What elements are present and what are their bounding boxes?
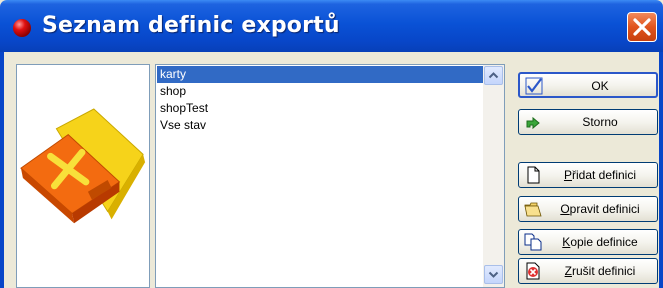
window-border-left (0, 52, 4, 288)
storno-label: Storno (582, 115, 618, 129)
copy-documents-icon (524, 233, 542, 251)
open-folder-icon (524, 202, 542, 217)
title-bar[interactable]: Seznam definic exportů (0, 0, 663, 52)
add-definition-label: Přidat definici (549, 168, 651, 182)
edit-definition-hotkey: O (560, 202, 570, 216)
edit-definition-button[interactable]: Opravit definici (518, 196, 658, 222)
copy-definition-button[interactable]: Kopie definice (518, 229, 658, 255)
list-item[interactable]: Vse stav (157, 117, 485, 134)
window-border-right (659, 52, 663, 288)
add-definition-text: řidat definici (571, 168, 637, 182)
delete-definition-hotkey: Z (564, 264, 572, 278)
vertical-scrollbar[interactable] (483, 65, 504, 287)
delete-definition-button[interactable]: Zrušit definici (518, 258, 658, 284)
ok-button[interactable]: OK (518, 72, 658, 98)
copy-definition-text: opie definice (570, 235, 638, 249)
add-definition-button[interactable]: Přidat definici (518, 162, 658, 188)
close-button[interactable] (627, 12, 657, 42)
undo-arrow-icon (526, 116, 540, 130)
close-x-icon (633, 18, 651, 36)
list-item[interactable]: karty (157, 66, 485, 83)
scroll-up-button[interactable] (484, 66, 503, 85)
scroll-down-button[interactable] (484, 265, 503, 284)
edit-definition-label: Opravit definici (549, 202, 651, 216)
list-items: karty shop shopTest Vse stav (157, 66, 485, 134)
export-image-panel (16, 64, 150, 288)
add-definition-hotkey: P (563, 168, 572, 182)
list-item[interactable]: shopTest (157, 100, 485, 117)
red-ball-icon (13, 19, 31, 37)
window-title: Seznam definic exportů (42, 13, 340, 38)
list-item[interactable]: shop (157, 83, 485, 100)
chevron-up-icon (488, 72, 499, 79)
edit-definition-text: pravit definici (569, 202, 640, 216)
storno-button[interactable]: Storno (518, 109, 658, 135)
delete-document-icon (526, 262, 540, 280)
export-definitions-list[interactable]: karty shop shopTest Vse stav (155, 64, 505, 288)
delete-definition-label: Zrušit definici (549, 264, 651, 278)
export-definitions-dialog: Seznam definic exportů karty shop shopTe… (0, 0, 663, 288)
checkmark-icon (525, 77, 543, 95)
new-document-icon (527, 166, 540, 184)
chevron-down-icon (488, 271, 499, 278)
export-folder-icon (20, 108, 146, 224)
ok-label: OK (591, 79, 609, 93)
copy-definition-label: Kopie definice (549, 235, 651, 249)
delete-definition-text: rušit definici (571, 264, 636, 278)
